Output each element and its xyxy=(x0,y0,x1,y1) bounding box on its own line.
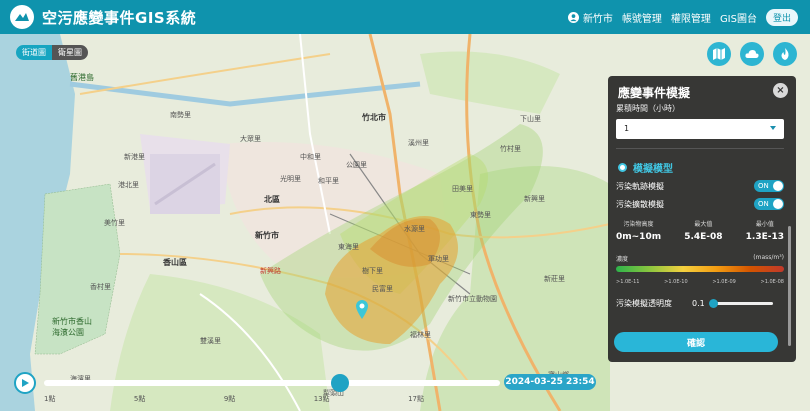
cloud-icon xyxy=(745,50,759,58)
map-label-place: 新莊里 xyxy=(544,275,565,283)
map-label-place: 美竹里 xyxy=(104,219,125,227)
map-label-place: 雙溪里 xyxy=(200,337,221,345)
opacity-value: 0.1 xyxy=(692,299,705,308)
map-label-place: 南勢里 xyxy=(170,111,191,119)
user-icon xyxy=(567,11,579,23)
opacity-slider-handle[interactable] xyxy=(708,299,718,308)
nav-gis-map[interactable]: GIS圖台 xyxy=(720,10,757,25)
legend-tick: >1.0E-08 xyxy=(760,279,784,285)
dispersion-toggle[interactable]: ON xyxy=(754,198,784,210)
duration-label: 累積時間（小時） xyxy=(616,104,680,113)
map-label-place: 水源里 xyxy=(404,225,425,233)
map-label-place: 公園里 xyxy=(346,161,367,169)
nav-permission-management[interactable]: 權限管理 xyxy=(671,10,711,25)
map-icon xyxy=(713,48,725,60)
chevron-down-icon xyxy=(770,126,776,130)
stat-max: 最大值 5.4E-08 xyxy=(684,221,723,242)
map-label-city: 香山區 xyxy=(163,258,187,267)
map-label-place: 新竹市立動物園 xyxy=(448,295,497,303)
concentration-gradient xyxy=(616,266,784,272)
opacity-slider[interactable] xyxy=(708,299,773,308)
timeline-track[interactable] xyxy=(44,374,500,392)
map-label-place: 光明里 xyxy=(280,175,301,183)
opacity-label: 污染模擬透明度 xyxy=(616,299,672,308)
map-label-place: 溪州里 xyxy=(408,139,429,147)
weather-layer-button[interactable] xyxy=(740,42,764,66)
map-label-city: 新竹市 xyxy=(255,231,279,240)
app-title: 空污應變事件GIS系統 xyxy=(42,8,197,27)
user-menu[interactable]: 新竹市 xyxy=(567,10,613,25)
fire-layer-button[interactable] xyxy=(773,42,797,66)
map-label-place: 大眾里 xyxy=(240,135,261,143)
radio-icon[interactable] xyxy=(618,163,627,172)
app-logo-icon xyxy=(10,5,34,29)
map-label-place: 福林里 xyxy=(410,331,431,339)
user-name: 新竹市 xyxy=(582,13,613,25)
legend-tick: >1.0E-09 xyxy=(712,279,736,285)
map-label-place: 和平里 xyxy=(318,177,339,185)
app-header: 空污應變事件GIS系統 新竹市 帳號管理 權限管理 GIS圖台 登出 xyxy=(0,0,810,34)
trajectory-toggle[interactable]: ON xyxy=(754,180,784,192)
dispersion-toggle-row: 污染擴散模擬 ON xyxy=(616,198,784,210)
confirm-button[interactable]: 確認 xyxy=(614,332,778,352)
map-label-place: 港北里 xyxy=(118,181,139,189)
timeline-label: 13點 xyxy=(313,395,330,403)
map-label-place: 中和里 xyxy=(300,153,321,161)
fire-icon xyxy=(781,48,789,60)
legend-tick: >1.0E-10 xyxy=(664,279,688,285)
simulation-panel: 應變事件模擬 × 累積時間（小時） 1 模擬模型 污染軌跡模擬 ON 污染擴散模… xyxy=(608,76,796,362)
model-section[interactable]: 模擬模型 xyxy=(618,160,673,175)
opacity-row: 污染模擬透明度 0.1 xyxy=(616,298,784,309)
map-label-place: 東勢里 xyxy=(470,211,491,219)
map-label-place: 東海里 xyxy=(338,243,359,251)
legend-header: 濃度 (mass/m³) xyxy=(616,254,784,263)
map-label-park: 舊港島 xyxy=(70,73,94,82)
timeline-label: 17點 xyxy=(408,395,424,403)
legend-unit: (mass/m³) xyxy=(753,254,784,261)
map-label-place: 下山里 xyxy=(520,115,541,123)
basemap-toggle: 街道圖 衛星圖 xyxy=(16,45,88,60)
timeline-label: 5點 xyxy=(133,395,146,403)
timeline-label: 1點 xyxy=(44,395,56,403)
model-section-label: 模擬模型 xyxy=(633,164,673,175)
basemap-street-button[interactable]: 街道圖 xyxy=(16,45,52,60)
duration-select[interactable]: 1 xyxy=(616,119,784,139)
play-icon xyxy=(22,379,29,387)
legend-title: 濃度 xyxy=(616,256,629,263)
timeline-labels: 1點 5點 9點 13點 17點 xyxy=(44,394,424,404)
dispersion-label: 污染擴散模擬 xyxy=(616,199,664,209)
map-label-city: 北區 xyxy=(264,195,280,204)
current-time-badge: 2024-03-25 23:54 xyxy=(504,374,596,390)
trajectory-label: 污染軌跡模擬 xyxy=(616,181,664,191)
trajectory-toggle-row: 污染軌跡模擬 ON xyxy=(616,180,784,192)
map-label-park: 新竹市香山海濱公園 xyxy=(52,317,92,337)
map-label-place: 香村里 xyxy=(90,283,111,291)
panel-scrollbar[interactable] xyxy=(788,226,791,346)
map-label-place: 田美里 xyxy=(452,185,473,193)
map-label-place: 新興里 xyxy=(524,195,545,203)
stat-min: 最小值 1.3E-13 xyxy=(745,221,784,242)
timeline-label: 9點 xyxy=(223,395,236,403)
map-label-place: 民富里 xyxy=(372,285,393,293)
map-label-road: 新興路 xyxy=(260,267,281,275)
legend-ticks: >1.0E-11 >1.0E-10 >1.0E-09 >1.0E-08 xyxy=(616,279,784,285)
panel-title: 應變事件模擬 xyxy=(618,86,691,100)
play-button[interactable] xyxy=(14,372,36,394)
stats-row: 污染物高度 0m~10m 最大值 5.4E-08 最小值 1.3E-13 xyxy=(616,219,784,242)
map-label-place: 樹下里 xyxy=(362,267,383,275)
logout-button[interactable]: 登出 xyxy=(765,8,798,26)
map-label-city: 竹北市 xyxy=(362,113,386,122)
stat-height: 污染物高度 0m~10m xyxy=(616,221,662,242)
basemap-satellite-button[interactable]: 衛星圖 xyxy=(52,45,88,60)
map-label-place: 軍功里 xyxy=(428,255,449,263)
nav-account-management[interactable]: 帳號管理 xyxy=(622,10,662,25)
close-icon[interactable]: × xyxy=(773,83,788,98)
duration-value: 1 xyxy=(624,124,630,133)
map-label-place: 竹村里 xyxy=(500,145,521,153)
legend-tick: >1.0E-11 xyxy=(616,279,640,285)
map-layer-button[interactable] xyxy=(707,42,731,66)
divider xyxy=(616,148,784,149)
map-label-place: 新港里 xyxy=(124,153,145,161)
